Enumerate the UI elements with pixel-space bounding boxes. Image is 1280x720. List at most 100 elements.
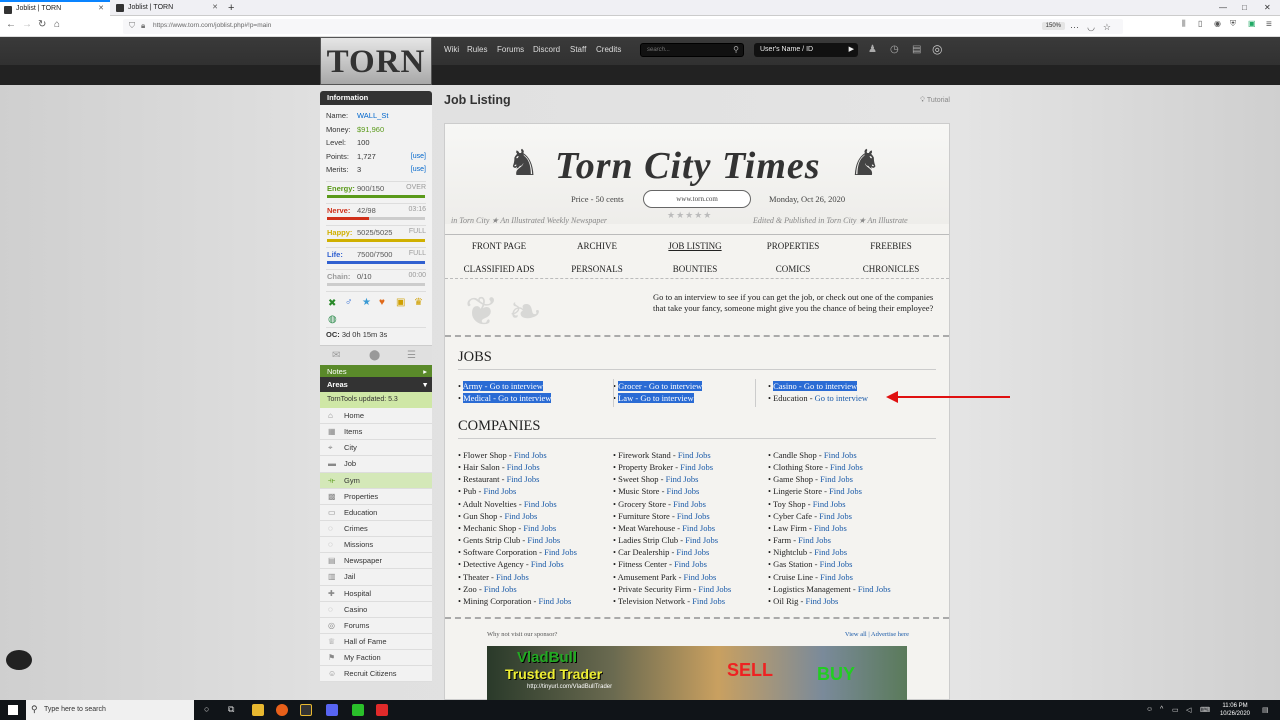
go-to-interview-link[interactable]: Go to interview (804, 381, 857, 391)
camtasia-icon[interactable] (352, 704, 364, 716)
search-icon[interactable]: ⚲ (733, 45, 739, 54)
ad-links[interactable]: View all | Advertise here (845, 631, 909, 638)
torn-logo[interactable]: TORN (320, 37, 432, 85)
alert-icon[interactable]: ⬤ (369, 350, 380, 361)
find-jobs-link[interactable]: Find Jobs (527, 535, 560, 545)
sidebar-item-home[interactable]: ⌂ Home (320, 408, 432, 425)
go-to-interview-link[interactable]: Go to interview (498, 393, 551, 403)
library-icon[interactable]: ⫼ (1182, 19, 1186, 29)
mail-icon[interactable]: ✉ (332, 350, 340, 361)
find-jobs-link[interactable]: Find Jobs (507, 462, 540, 472)
close-tab-icon[interactable]: ✕ (98, 2, 104, 16)
star-icon[interactable]: ★ (362, 297, 371, 308)
find-jobs-link[interactable]: Find Jobs (507, 474, 540, 484)
network-icon[interactable]: ▭ (1172, 706, 1179, 714)
back-icon[interactable]: ← (6, 19, 16, 30)
extension-icon[interactable]: ⛨ (1230, 19, 1236, 29)
tray-chevron-icon[interactable]: ^ (1160, 706, 1163, 713)
job-entry[interactable]: Army - Go to interview (462, 381, 543, 391)
job-entry[interactable]: Casino - Go to interview (773, 381, 858, 391)
find-jobs-link[interactable]: Find Jobs (858, 584, 891, 594)
minimize-icon[interactable]: — (1219, 0, 1227, 16)
stat-bar[interactable]: Happy: 5025/5025 FULL (326, 224, 426, 247)
sponsor-banner[interactable]: VladBull Trusted Trader http://tinyurl.c… (487, 646, 907, 700)
taskbar-clock[interactable]: 11:06 PM 10/26/2020 (1220, 702, 1250, 718)
find-jobs-link[interactable]: Find Jobs (820, 572, 853, 582)
areas-header[interactable]: Areas ▾ (320, 378, 432, 392)
find-jobs-link[interactable]: Find Jobs (504, 511, 537, 521)
player-name[interactable]: WALL_St (357, 109, 388, 123)
find-jobs-link[interactable]: Find Jobs (680, 462, 713, 472)
paper-nav-personals[interactable]: PERSONALS (541, 262, 653, 276)
menu-icon[interactable]: ≡ (1266, 19, 1272, 30)
chevron-right-icon[interactable]: ▶ (849, 45, 854, 53)
find-jobs-link[interactable]: Find Jobs (819, 511, 852, 521)
find-jobs-link[interactable]: Find Jobs (514, 450, 547, 460)
bookmark-star-icon[interactable]: ☆ (1103, 22, 1111, 33)
header-link-credits[interactable]: Credits (596, 45, 621, 54)
sidebar-item-crimes[interactable]: ◌ Crimes (320, 520, 432, 538)
address-bar[interactable]: ⛉ 🔒︎ https://www.torn.com/joblist.php#!p… (123, 19, 1123, 34)
find-jobs-link[interactable]: Find Jobs (538, 596, 571, 606)
sidebar-item-hall-of-fame[interactable]: ♕ Hall of Fame (320, 633, 432, 651)
paper-nav-classified-ads[interactable]: CLASSIFIED ADS (443, 262, 555, 276)
find-jobs-link[interactable]: Find Jobs (483, 486, 516, 496)
find-jobs-link[interactable]: Find Jobs (798, 535, 831, 545)
use-merits-link[interactable]: [use] (411, 163, 426, 177)
windows-start-icon[interactable] (8, 705, 18, 715)
sidebar-item-education[interactable]: ▭ Education (320, 504, 432, 521)
find-jobs-link[interactable]: Find Jobs (830, 462, 863, 472)
find-jobs-link[interactable]: Find Jobs (544, 547, 577, 557)
job-entry[interactable]: Medical - Go to interview (463, 393, 552, 404)
sidebar-item-gym[interactable]: ⟛ Gym (320, 472, 432, 489)
find-jobs-link[interactable]: Find Jobs (676, 547, 709, 557)
find-jobs-link[interactable]: Find Jobs (667, 486, 700, 496)
stat-bar[interactable]: Life: 7500/7500 FULL (326, 246, 426, 269)
sidebar-item-city[interactable]: ⌖ City (320, 440, 432, 457)
tutorial-link[interactable]: 💡︎ Tutorial (920, 97, 950, 105)
find-jobs-link[interactable]: Find Jobs (666, 474, 699, 484)
sidebar-item-missions[interactable]: ◌ Missions (320, 537, 432, 554)
find-jobs-link[interactable]: Find Jobs (524, 499, 557, 509)
sidebar-item-my-faction[interactable]: ⚑ My Faction (320, 650, 432, 667)
stat-bar[interactable]: Chain: 0/10 00:00 (326, 268, 426, 291)
firefox-icon[interactable] (276, 704, 288, 716)
find-jobs-link[interactable]: Find Jobs (685, 535, 718, 545)
clock-icon[interactable]: ◷ (890, 44, 899, 55)
job-entry[interactable]: Law - Go to interview (618, 393, 694, 404)
close-window-icon[interactable]: ✕ (1264, 0, 1271, 16)
language-icon[interactable]: ⌨ (1200, 706, 1210, 714)
reload-icon[interactable]: ↻ (38, 19, 46, 30)
sidebar-item-job[interactable]: ▬ Job (320, 456, 432, 473)
sidebar-item-hospital[interactable]: ✚ Hospital (320, 585, 432, 602)
user-search-input[interactable]: User's Name / ID ▶ (754, 43, 858, 57)
find-jobs-link[interactable]: Find Jobs (484, 584, 517, 594)
browser-tab[interactable]: Joblist | TORN ✕ (112, 0, 224, 16)
cortana-icon[interactable]: ○ (204, 704, 209, 714)
trophy-icon[interactable]: ♛ (414, 297, 423, 308)
paper-nav-job-listing[interactable]: JOB LISTING (639, 239, 751, 253)
sidebar-item-newspaper[interactable]: ▤ Newspaper (320, 553, 432, 570)
find-jobs-link[interactable]: Find Jobs (813, 499, 846, 509)
browser-tab-active[interactable]: Joblist | TORN ✕ (0, 0, 110, 16)
briefcase-icon[interactable]: ▣ (396, 297, 405, 308)
header-link-staff[interactable]: Staff (570, 45, 586, 54)
notepad-icon[interactable]: ▤ (912, 44, 921, 55)
go-to-interview-link[interactable]: Go to interview (640, 393, 693, 403)
forward-icon[interactable]: → (22, 19, 32, 30)
find-jobs-link[interactable]: Find Jobs (820, 474, 853, 484)
people-icon[interactable]: ♟ (868, 44, 877, 55)
find-jobs-link[interactable]: Find Jobs (684, 572, 717, 582)
sidebar-item-items[interactable]: ▦ Items (320, 424, 432, 441)
sidebar-item-forums[interactable]: ◎ Forums (320, 617, 432, 634)
stat-bar[interactable]: Energy: 900/150 OVER (326, 180, 426, 203)
paper-nav-freebies[interactable]: FREEBIES (835, 239, 947, 253)
go-to-interview-link[interactable]: Go to interview (649, 381, 702, 391)
pocket-icon[interactable]: ◡ (1087, 22, 1095, 33)
find-jobs-link[interactable]: Find Jobs (692, 596, 725, 606)
settings-globe-icon[interactable]: ◎ (932, 42, 942, 56)
find-jobs-link[interactable]: Find Jobs (531, 559, 564, 569)
sidebar-icon[interactable]: ▯ (1198, 19, 1202, 28)
find-jobs-link[interactable]: Find Jobs (805, 596, 838, 606)
extension-icon[interactable]: ▣ (1248, 19, 1256, 28)
